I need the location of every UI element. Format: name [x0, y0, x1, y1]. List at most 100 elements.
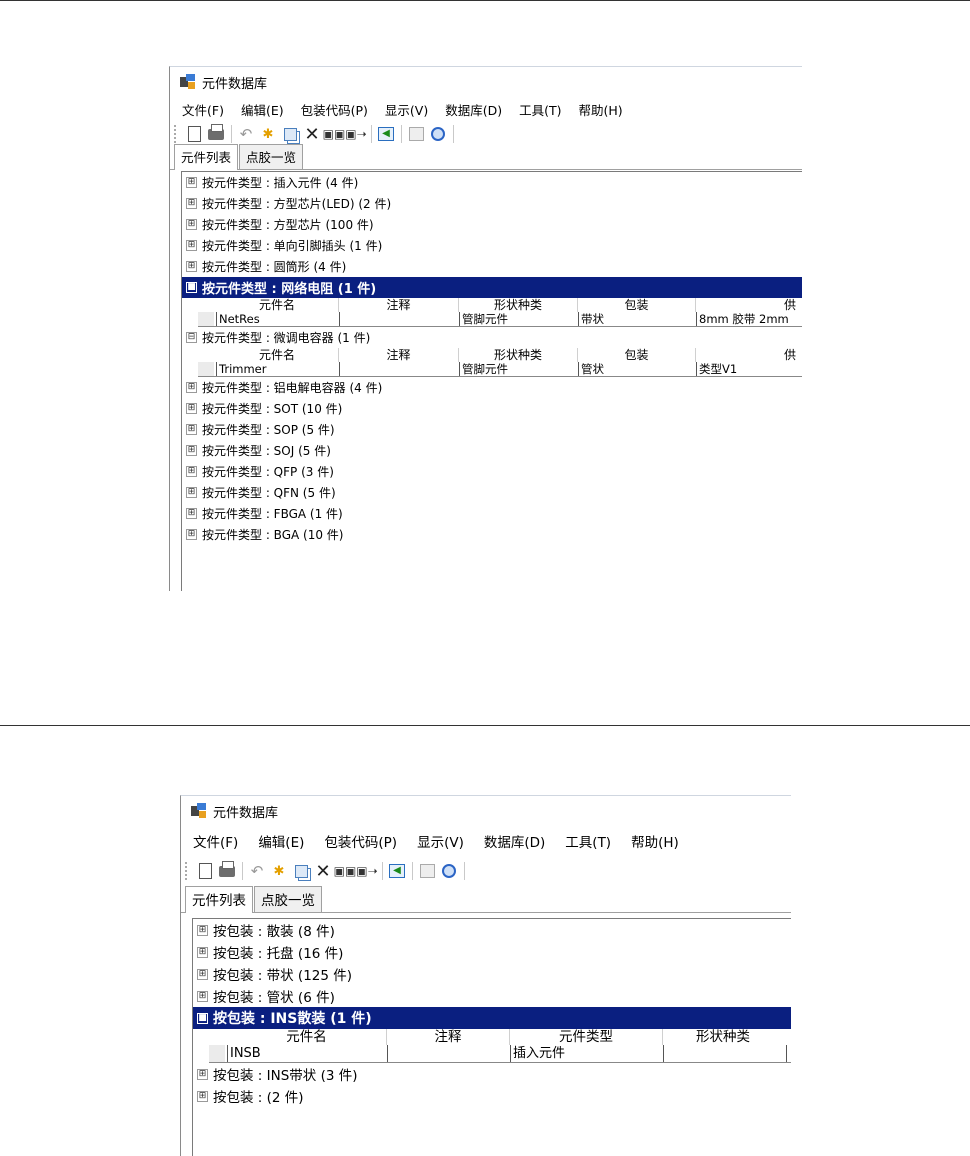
tree-group[interactable]: ⊞ 按元件类型 : QFN (5 件) — [182, 482, 802, 503]
toolbar-grip[interactable] — [185, 862, 190, 880]
collapse-icon[interactable]: ■ — [186, 282, 197, 293]
expand-icon[interactable]: ⊞ — [186, 508, 197, 519]
tree-group[interactable]: ⊞ 按包装 : 散装 (8 件) — [193, 919, 791, 941]
expand-icon[interactable]: ⊞ — [186, 198, 197, 209]
print-icon[interactable] — [218, 860, 236, 880]
column-header[interactable]: 注释 — [339, 348, 459, 362]
expand-icon[interactable]: ⊞ — [197, 1068, 208, 1080]
tree-group[interactable]: ⊞ 按元件类型 : 单向引脚插头 (1 件) — [182, 235, 802, 256]
menu-view[interactable]: 显示(V) — [385, 100, 428, 119]
tree-group[interactable]: ⊞ 按包装 : INS带状 (3 件) — [193, 1063, 791, 1085]
expand-icon[interactable]: ⊞ — [186, 382, 197, 393]
undo-icon[interactable]: ↶ — [237, 125, 255, 143]
column-header[interactable]: 供 — [696, 348, 796, 362]
table-cell[interactable] — [664, 1045, 787, 1062]
find-next-icon[interactable]: ▣➝ — [345, 125, 366, 143]
refresh-icon[interactable] — [418, 862, 436, 880]
menu-database[interactable]: 数据库(D) — [484, 831, 545, 851]
delete-icon[interactable]: ✕ — [303, 124, 321, 145]
expand-icon[interactable]: ⊞ — [186, 487, 197, 498]
column-header[interactable]: 注释 — [339, 298, 459, 312]
menu-edit[interactable]: 编辑(E) — [241, 100, 284, 119]
preview-icon[interactable] — [440, 862, 458, 880]
menu-tools[interactable]: 工具(T) — [519, 100, 561, 119]
tree-group[interactable]: ⊞ 按元件类型 : SOJ (5 件) — [182, 440, 802, 461]
tree-group[interactable]: ⊞ 按元件类型 : BGA (10 件) — [182, 524, 802, 545]
table-cell[interactable]: NetRes — [216, 312, 340, 326]
expand-icon[interactable]: ⊞ — [197, 968, 208, 980]
expand-icon[interactable]: ⊞ — [186, 261, 197, 272]
menu-file[interactable]: 文件(F) — [182, 100, 224, 119]
expand-icon[interactable]: ⊞ — [186, 219, 197, 230]
row-selector[interactable] — [198, 362, 214, 376]
collapse-icon[interactable]: ■ — [197, 1012, 208, 1024]
menu-file[interactable]: 文件(F) — [193, 831, 238, 851]
column-header[interactable]: 包装 — [578, 348, 696, 362]
table-row[interactable]: INSB 插入元件 — [209, 1045, 791, 1062]
row-selector[interactable] — [198, 312, 214, 326]
tree-group[interactable]: ⊞ 按元件类型 : 方型芯片 (100 件) — [182, 214, 802, 235]
column-header[interactable]: 形状种类 — [663, 1029, 783, 1045]
tree-group[interactable]: ⊞ 按元件类型 : 插入元件 (4 件) — [182, 172, 802, 193]
tree-group[interactable]: ⊞ 按元件类型 : 圆筒形 (4 件) — [182, 256, 802, 277]
menu-database[interactable]: 数据库(D) — [445, 100, 502, 119]
undo-icon[interactable]: ↶ — [248, 862, 266, 880]
import-icon[interactable]: ◀ — [377, 125, 395, 143]
column-header[interactable]: 供 — [696, 298, 796, 312]
tab-component-list[interactable]: 元件列表 — [185, 886, 253, 913]
expand-icon[interactable]: ⊞ — [186, 445, 197, 456]
refresh-icon[interactable] — [407, 125, 425, 143]
expand-icon[interactable]: ⊞ — [186, 240, 197, 251]
new-component-icon[interactable]: ✱ — [259, 125, 277, 143]
table-cell[interactable]: 8mm 胶带 2mm — [697, 312, 799, 326]
menu-package-code[interactable]: 包装代码(P) — [301, 100, 368, 119]
expand-icon[interactable]: ⊞ — [197, 1090, 208, 1102]
table-cell[interactable]: 插入元件 — [511, 1045, 664, 1062]
preview-icon[interactable] — [429, 125, 447, 143]
tree-group[interactable]: ⊞ 按元件类型 : QFP (3 件) — [182, 461, 802, 482]
column-header[interactable]: 元件名 — [227, 1029, 387, 1045]
expand-icon[interactable]: ⊞ — [186, 177, 197, 188]
tree-group[interactable]: ⊞ 按元件类型 : 铝电解电容器 (4 件) — [182, 377, 802, 398]
column-header[interactable]: 包装 — [578, 298, 696, 312]
tree-group[interactable]: ⊞ 按包装 : 带状 (125 件) — [193, 963, 791, 985]
table-row[interactable]: NetRes 管脚元件 带状 8mm 胶带 2mm — [198, 312, 802, 326]
toolbar-grip[interactable] — [174, 125, 179, 143]
collapse-icon[interactable]: ⊟ — [186, 332, 197, 343]
tab-dispense-list[interactable]: 点胶一览 — [254, 886, 322, 912]
table-cell[interactable] — [340, 362, 460, 376]
expand-icon[interactable]: ⊞ — [186, 466, 197, 477]
tree-group[interactable]: ⊞ 按包装 : 管状 (6 件) — [193, 985, 791, 1007]
copy-icon[interactable] — [281, 125, 299, 143]
tree-group[interactable]: ⊞ 按包装 : 托盘 (16 件) — [193, 941, 791, 963]
menu-tools[interactable]: 工具(T) — [565, 831, 611, 851]
tree-group[interactable]: ⊞ 按包装 : (2 件) — [193, 1085, 791, 1107]
tab-dispense-list[interactable]: 点胶一览 — [239, 144, 304, 169]
delete-icon[interactable]: ✕ — [314, 861, 332, 882]
table-cell[interactable]: 管脚元件 — [460, 362, 579, 376]
table-cell[interactable]: 带状 — [579, 312, 697, 326]
menu-help[interactable]: 帮助(H) — [579, 100, 623, 119]
menu-view[interactable]: 显示(V) — [417, 831, 464, 851]
new-document-icon[interactable] — [185, 125, 203, 143]
new-component-icon[interactable]: ✱ — [270, 862, 288, 880]
expand-icon[interactable]: ⊞ — [186, 424, 197, 435]
find-next-icon[interactable]: ▣➝ — [356, 862, 377, 880]
column-header[interactable]: 元件名 — [216, 348, 339, 362]
tree-group[interactable]: ⊞ 按元件类型 : 方型芯片(LED) (2 件) — [182, 193, 802, 214]
print-icon[interactable] — [207, 123, 225, 143]
column-header[interactable]: 形状种类 — [459, 348, 578, 362]
tree-group[interactable]: ⊞ 按元件类型 : SOP (5 件) — [182, 419, 802, 440]
copy-icon[interactable] — [292, 862, 310, 880]
table-row[interactable]: Trimmer 管脚元件 管状 类型V1 — [198, 362, 802, 376]
tab-component-list[interactable]: 元件列表 — [174, 144, 239, 170]
column-header[interactable]: 元件名 — [216, 298, 339, 312]
find-icon[interactable]: ▣▣ — [323, 125, 346, 143]
column-header[interactable]: 形状种类 — [459, 298, 578, 312]
column-header[interactable]: 元件类型 — [510, 1029, 663, 1045]
tree-group-selected[interactable]: ■ 按元件类型 : 网络电阻 (1 件) — [182, 277, 802, 298]
table-cell[interactable] — [340, 312, 460, 326]
find-icon[interactable]: ▣▣ — [334, 862, 357, 880]
menu-help[interactable]: 帮助(H) — [631, 831, 679, 851]
table-cell[interactable]: 管状 — [579, 362, 697, 376]
